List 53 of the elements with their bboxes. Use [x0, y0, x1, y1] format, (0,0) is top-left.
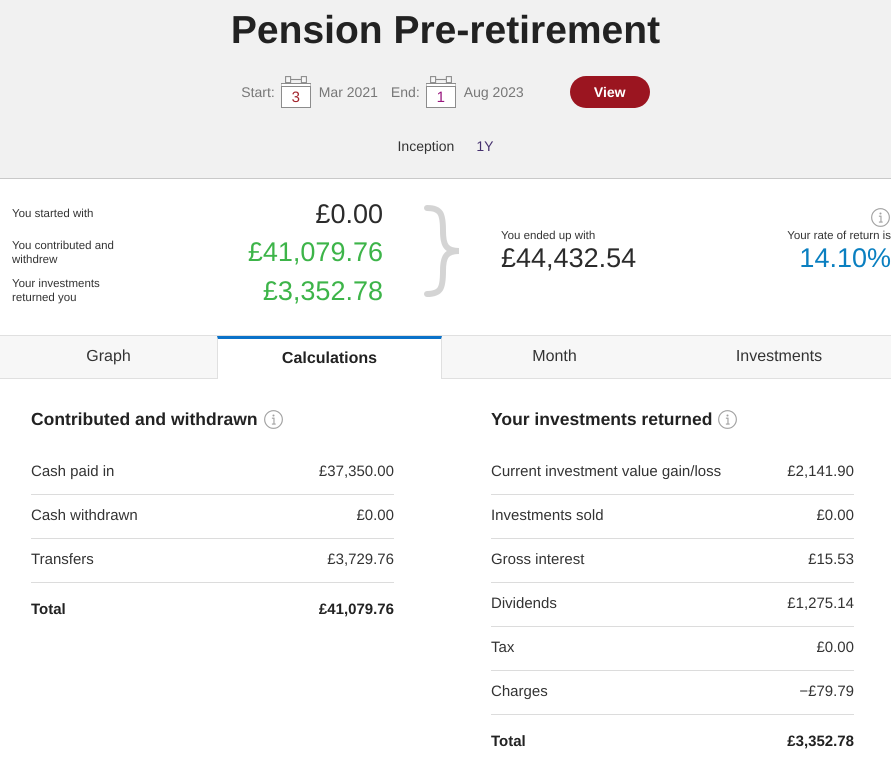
section-title: Contributed and withdrawn: [31, 408, 258, 430]
row-amount: £3,729.76: [327, 550, 394, 570]
total-label: Total: [31, 600, 66, 620]
row-label: Investments sold: [491, 506, 604, 526]
period-link[interactable]: Inception: [398, 136, 454, 157]
row-label: Current investment value gain/loss: [491, 462, 722, 482]
page-title: Pension Pre-retirement: [230, 8, 660, 54]
row-label: Cash paid in: [31, 462, 114, 482]
ended-amount: £44,432.54: [501, 245, 636, 272]
row-label: Cash withdrawn: [31, 506, 138, 526]
info-icon[interactable]: [871, 208, 890, 227]
tab[interactable]: Calculations: [217, 336, 442, 379]
calendar-rings-icon: [430, 76, 452, 83]
summary-label: Your investments returned you: [12, 277, 101, 306]
info-icon[interactable]: [264, 410, 283, 428]
month-year-text: Mar 2021: [318, 82, 378, 102]
rate-label: Your rate of return is: [787, 229, 891, 243]
tab[interactable]: Investments: [667, 336, 891, 379]
ended-label: You ended up with: [501, 229, 596, 243]
total-label: Total: [491, 732, 526, 752]
calendar-rings-icon: [284, 76, 307, 83]
summary-amount: £3,352.78: [262, 278, 383, 305]
info-icon[interactable]: [718, 410, 738, 428]
summary-amount: £0.00: [315, 200, 383, 228]
day-field[interactable]: 1: [426, 83, 456, 108]
row-label: Transfers: [31, 550, 94, 570]
row-label: Dividends: [491, 594, 557, 614]
row-label: Gross interest: [491, 550, 584, 570]
total-amount: £3,352.78: [787, 732, 854, 752]
row-label: Charges: [491, 682, 548, 702]
total-amount: £41,079.76: [318, 600, 394, 620]
row-amount: £0.00: [816, 506, 854, 526]
row-amount: £37,350.00: [318, 462, 394, 482]
row-amount: £0.00: [356, 506, 394, 526]
summary-amount: £41,079.76: [248, 239, 383, 266]
row-amount: £0.00: [816, 638, 854, 658]
summary-label: You started with: [12, 207, 94, 222]
row-amount: £2,141.90: [787, 462, 854, 482]
date-label: Start:: [241, 82, 275, 102]
day-field[interactable]: 3: [280, 83, 311, 108]
period-link[interactable]: 1Y: [476, 136, 494, 157]
row-amount: £15.53: [808, 550, 854, 570]
section-title: Your investments returned: [491, 408, 712, 430]
summary-label: You contributed and withdrew: [12, 238, 115, 267]
row-amount: £1,275.14: [787, 594, 854, 614]
row-label: Tax: [491, 638, 514, 658]
tab[interactable]: Graph: [0, 336, 217, 379]
month-year-text: Aug 2023: [464, 82, 524, 102]
date-label: End:: [390, 82, 420, 102]
tab[interactable]: Month: [442, 336, 667, 379]
view-button[interactable]: View: [570, 76, 650, 108]
rate-value: 14.10%: [799, 245, 891, 272]
row-amount: −£79.79: [799, 682, 854, 702]
